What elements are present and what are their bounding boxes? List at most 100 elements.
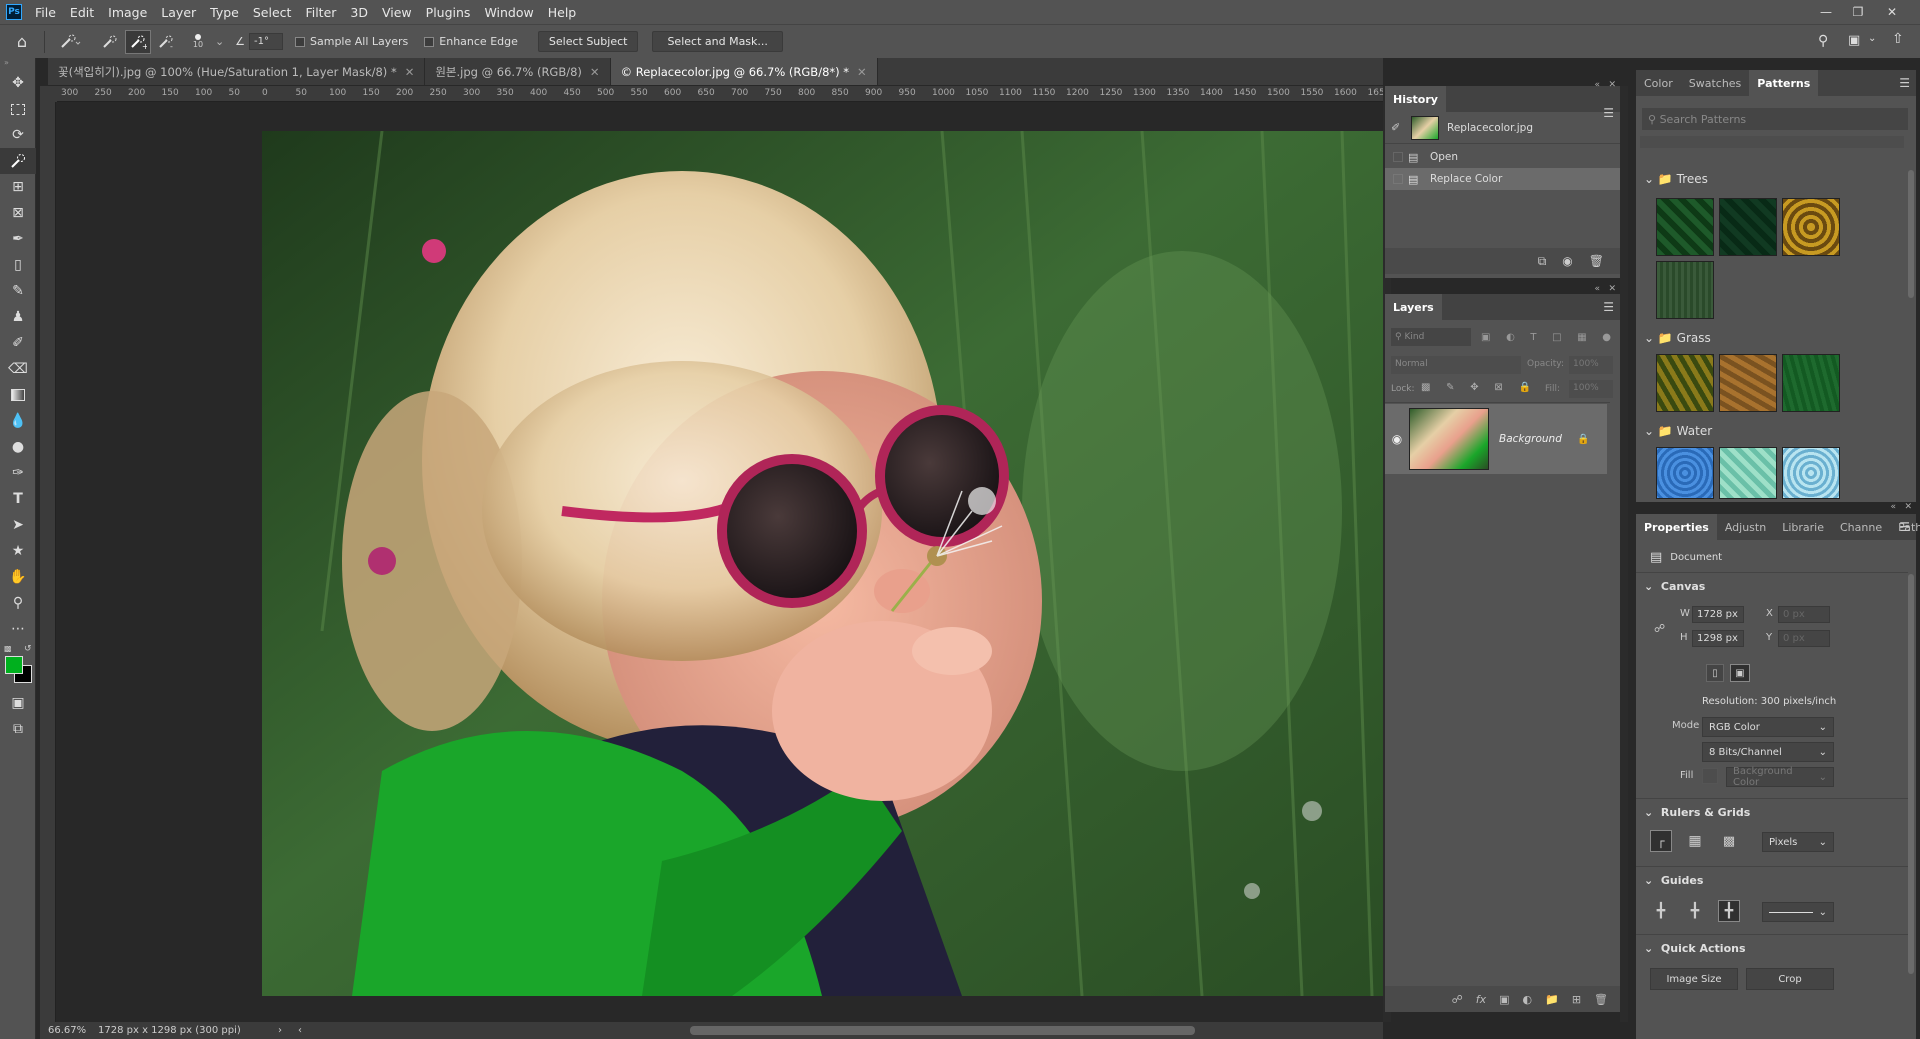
add-guide-icon[interactable]: ╋ (1684, 900, 1706, 922)
quick-selection-tool-icon[interactable] (0, 148, 36, 174)
doc-tab-1[interactable]: 꽃(색입히기).jpg @ 100% (Hue/Saturation 1, La… (48, 58, 426, 85)
gradient-tool-icon[interactable] (0, 382, 36, 408)
chevron-down-icon[interactable]: ⌄ (1644, 331, 1654, 345)
history-brush-tool-icon[interactable]: ✐ (0, 330, 36, 356)
delete-icon[interactable]: 🗑 (1589, 254, 1604, 268)
chevron-down-icon[interactable]: ⌄ (1644, 942, 1653, 955)
tab-layers[interactable]: Layers (1385, 294, 1442, 320)
pattern-swatch-tree-4[interactable] (1656, 261, 1714, 319)
filter-pixel-icon[interactable]: ▣ (1481, 332, 1490, 343)
delete-layer-icon[interactable]: 🗑 (1594, 993, 1608, 1006)
fill-field[interactable]: 100% (1569, 380, 1613, 398)
pattern-group-water[interactable]: ⌄ 📁 Water (1636, 420, 1908, 442)
layer-name[interactable]: Background (1499, 433, 1577, 445)
close-tab-icon[interactable]: ✕ (405, 65, 415, 79)
ruler-toggle-icon[interactable]: ┌ (1650, 830, 1672, 852)
collapse-panel-icon[interactable]: « (1594, 284, 1600, 294)
tab-libraries[interactable]: Librarie (1774, 514, 1832, 540)
smart-guides-icon[interactable]: ╋ (1718, 900, 1740, 922)
pattern-swatch-tree-2[interactable] (1719, 198, 1777, 256)
pen-tool-icon[interactable]: ✑ (0, 460, 36, 486)
zoom-level[interactable]: 66.67% (40, 1025, 88, 1036)
filter-type-icon[interactable]: T (1530, 332, 1536, 343)
pattern-swatch-grass-2[interactable] (1719, 354, 1777, 412)
status-arrow-icon[interactable]: › (268, 1025, 282, 1036)
lasso-tool-icon[interactable]: ⟳ (0, 122, 36, 148)
share-icon[interactable]: ⇧ (1892, 31, 1904, 47)
chevron-down-icon[interactable]: ⌄ (1644, 580, 1653, 593)
blur-tool-icon[interactable]: 💧 (0, 408, 36, 434)
add-to-selection-icon[interactable]: + (125, 29, 151, 54)
color-mode-select[interactable]: RGB Color ⌄ (1702, 717, 1834, 737)
landscape-orientation-icon[interactable]: ▣ (1730, 664, 1750, 682)
menu-layer[interactable]: Layer (154, 5, 203, 20)
panel-menu-icon[interactable]: ☰ (1899, 520, 1910, 534)
healing-brush-tool-icon[interactable]: ▯ (0, 252, 36, 278)
collapse-panel-icon[interactable]: « (1594, 80, 1600, 90)
subtract-from-selection-icon[interactable]: - (151, 34, 181, 50)
menu-file[interactable]: File (28, 5, 63, 20)
filter-smart-object-icon[interactable]: ▦ (1577, 332, 1586, 343)
brush-tool-icon[interactable]: ✎ (0, 278, 36, 304)
patterns-scrollbar[interactable] (1908, 170, 1914, 298)
link-layers-icon[interactable]: ☍ (1452, 993, 1463, 1006)
select-subject-button[interactable]: Select Subject (537, 31, 639, 52)
hand-tool-icon[interactable]: ✋ (0, 564, 36, 590)
panel-menu-icon[interactable]: ☰ (1603, 106, 1614, 120)
portrait-orientation-icon[interactable]: ▯ (1706, 664, 1724, 682)
close-tab-icon[interactable]: ✕ (590, 65, 600, 79)
close-panel-icon[interactable]: ✕ (1904, 502, 1912, 512)
guides-toggle-icon[interactable]: ╋ (1650, 900, 1672, 922)
marquee-tool-icon[interactable] (0, 96, 36, 122)
document-image[interactable] (262, 131, 1383, 996)
chevron-down-icon[interactable]: ⌄ (1644, 806, 1653, 819)
close-panel-icon[interactable]: ✕ (1608, 284, 1616, 294)
pattern-swatch-tree-3[interactable] (1782, 198, 1840, 256)
opacity-field[interactable]: 100% (1569, 356, 1613, 374)
close-icon[interactable]: ✕ (1876, 0, 1908, 24)
scroll-left-icon[interactable]: ‹ (282, 1025, 302, 1036)
y-field[interactable]: 0 px (1778, 630, 1830, 647)
close-panel-icon[interactable]: ✕ (1608, 80, 1616, 90)
tab-channels[interactable]: Channe (1832, 514, 1890, 540)
enhance-edge-checkbox[interactable]: Enhance Edge (424, 35, 518, 48)
shape-tool-icon[interactable]: ★ (0, 538, 36, 564)
home-icon[interactable]: ⌂ (0, 32, 44, 51)
zoom-tool-icon[interactable]: ⚲ (0, 590, 36, 616)
menu-filter[interactable]: Filter (298, 5, 343, 20)
history-snapshot[interactable]: ✐ Replacecolor.jpg (1385, 112, 1620, 144)
restore-icon[interactable]: ❐ (1842, 0, 1874, 24)
chevron-down-icon[interactable]: ⌄ (215, 35, 231, 48)
add-mask-icon[interactable]: ▣ (1499, 993, 1509, 1006)
lock-artboard-icon[interactable]: ⊠ (1494, 382, 1502, 393)
x-field[interactable]: 0 px (1778, 606, 1830, 623)
collapse-panel-icon[interactable]: « (1890, 502, 1896, 512)
visibility-eye-icon[interactable]: ◉ (1385, 432, 1409, 446)
crop-button[interactable]: Crop (1746, 968, 1834, 990)
menu-3d[interactable]: 3D (343, 5, 375, 20)
vertical-ruler[interactable] (40, 102, 56, 1022)
filter-toggle-icon[interactable]: ● (1602, 332, 1611, 343)
properties-scrollbar[interactable] (1908, 574, 1914, 974)
quick-selection-preset-icon[interactable] (45, 34, 95, 50)
history-brush-source-icon[interactable]: ✐ (1391, 121, 1407, 134)
doc-tab-2[interactable]: 원본.jpg @ 66.7% (RGB/8) ✕ (425, 58, 611, 85)
tab-history[interactable]: History (1385, 86, 1446, 112)
new-group-icon[interactable]: 📁 (1545, 993, 1559, 1006)
pattern-swatch-water-3[interactable] (1782, 447, 1840, 499)
menu-window[interactable]: Window (477, 5, 540, 20)
filter-shape-icon[interactable]: □ (1552, 332, 1561, 343)
chevron-down-icon[interactable]: ⌄ (1644, 874, 1653, 887)
lock-position-icon[interactable]: ✥ (1470, 382, 1478, 393)
dodge-tool-icon[interactable]: ● (0, 434, 36, 460)
layer-filter-kind[interactable]: ⚲ Kind (1391, 328, 1471, 346)
move-tool-icon[interactable]: ✥ (0, 70, 36, 96)
search-icon[interactable]: ⚲ (1818, 33, 1828, 49)
menu-edit[interactable]: Edit (63, 5, 101, 20)
link-dimensions-icon[interactable]: ☍ (1654, 622, 1665, 635)
menu-view[interactable]: View (375, 5, 419, 20)
doc-tab-3[interactable]: © Replacecolor.jpg @ 66.7% (RGB/8*) * ✕ (610, 58, 878, 85)
height-field[interactable]: 1298 px (1692, 630, 1744, 647)
brush-size-picker[interactable]: 10 (181, 34, 215, 49)
pattern-group-trees[interactable]: ⌄ 📁 Trees (1636, 168, 1908, 190)
